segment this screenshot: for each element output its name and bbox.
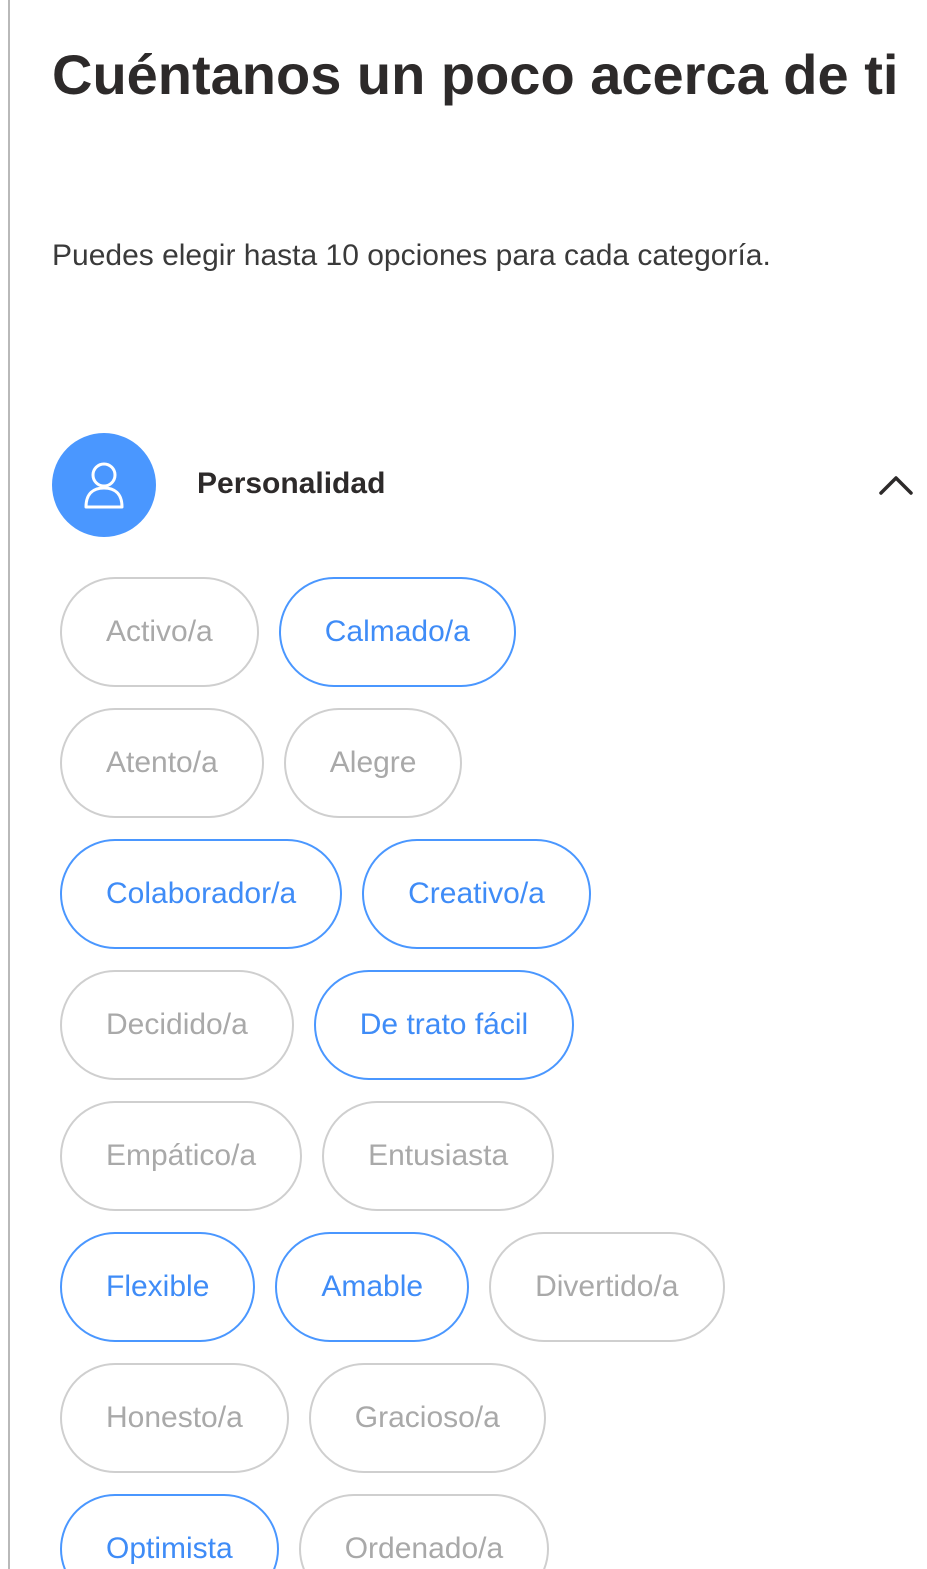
chevron-up-icon [879, 476, 913, 495]
option-row: Honesto/a Gracioso/a [60, 1363, 900, 1473]
option-chip[interactable]: Optimista [60, 1494, 279, 1569]
category-header-personalidad[interactable]: Personalidad [52, 433, 927, 537]
option-chip[interactable]: Ordenado/a [298, 1494, 550, 1569]
option-row: Colaborador/a Creativo/a [60, 839, 900, 949]
option-chip[interactable]: Honesto/a [60, 1363, 289, 1473]
person-icon [84, 462, 124, 509]
page-title: Cuéntanos un poco acerca de ti [52, 43, 899, 106]
option-row: Atento/a Alegre [60, 708, 900, 818]
category-title: Personalidad [197, 467, 386, 500]
page-subtitle: Puedes elegir hasta 10 opciones para cad… [52, 239, 771, 272]
option-row: Activo/a Calmado/a [60, 577, 900, 687]
option-row: Decidido/a De trato fácil [60, 970, 900, 1080]
option-row: Flexible Amable Divertido/a [60, 1232, 900, 1342]
left-divider [8, 0, 10, 1569]
option-chip[interactable]: Activo/a [60, 577, 259, 687]
option-row: Optimista Ordenado/a [60, 1494, 900, 1569]
collapse-toggle[interactable] [874, 463, 918, 507]
option-chip[interactable]: De trato fácil [313, 970, 575, 1080]
option-chip[interactable]: Decidido/a [60, 970, 294, 1080]
option-chip[interactable]: Gracioso/a [308, 1363, 546, 1473]
option-chip[interactable]: Divertido/a [489, 1232, 725, 1342]
option-chip[interactable]: Atento/a [60, 708, 264, 818]
option-chip[interactable]: Entusiasta [322, 1101, 555, 1211]
option-chip[interactable]: Empático/a [60, 1101, 303, 1211]
option-chip[interactable]: Alegre [283, 708, 463, 818]
option-chip[interactable]: Flexible [60, 1232, 256, 1342]
category-avatar [52, 433, 156, 537]
option-chip[interactable]: Calmado/a [278, 577, 516, 687]
personality-options: Activo/a Calmado/a Atento/a Alegre Colab… [60, 577, 900, 1569]
option-chip[interactable]: Creativo/a [362, 839, 591, 949]
option-row: Empático/a Entusiasta [60, 1101, 900, 1211]
option-chip[interactable]: Colaborador/a [60, 839, 343, 949]
option-chip[interactable]: Amable [275, 1232, 470, 1342]
